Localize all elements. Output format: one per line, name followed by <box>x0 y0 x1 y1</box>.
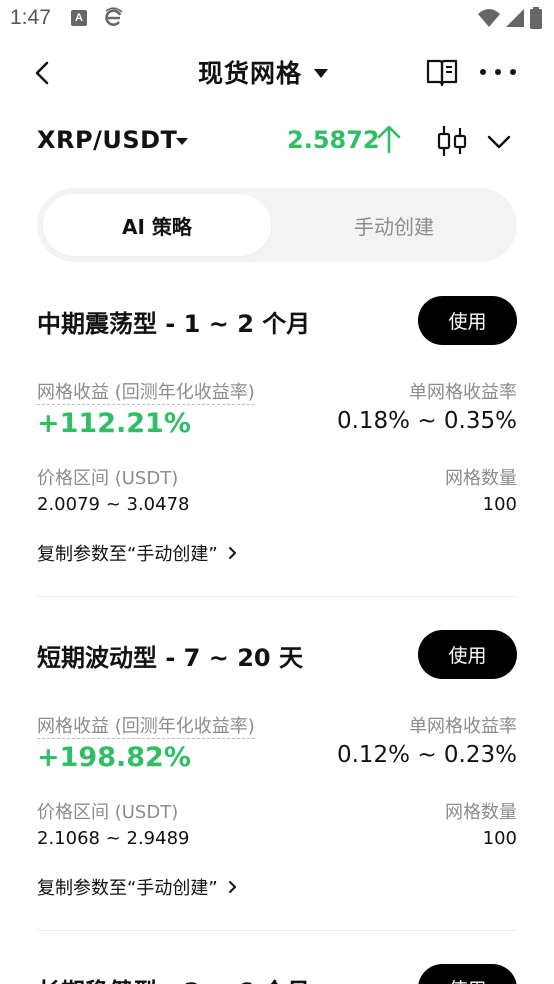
price-range-value: 2.0079 ~ 3.0478 <box>37 494 190 515</box>
page-title: 现货网格 <box>198 59 303 88</box>
strategy-title: 长期稳健型 - 3 ~ 6 个月 <box>37 972 310 984</box>
chevron-right-icon <box>228 547 236 559</box>
strategy-card: 中期震荡型 - 1 ~ 2 个月 使用 网格收益 (回测年化收益率) 单网格收益… <box>37 296 517 598</box>
pair-caret-down-icon[interactable] <box>176 138 188 145</box>
strategy-card: 长期稳健型 - 3 ~ 6 个月 使用 <box>37 964 517 984</box>
chevron-right-icon <box>228 881 236 893</box>
use-button[interactable]: 使用 <box>418 964 517 984</box>
status-time: 1:47 <box>10 6 51 29</box>
status-bar: 1:47 A <box>0 0 554 36</box>
single-grid-rate-value: 0.18% ~ 0.35% <box>336 408 517 434</box>
price-up-arrow-icon <box>377 125 401 154</box>
price-range-label: 价格区间 (USDT) <box>37 468 179 489</box>
grid-count-label: 网格数量 <box>445 468 517 489</box>
grid-count-value: 100 <box>482 828 517 849</box>
strategy-title: 短期波动型 - 7 ~ 20 天 <box>37 644 303 672</box>
price-range-label: 价格区间 (USDT) <box>37 802 179 823</box>
back-arrow-icon[interactable] <box>28 58 58 88</box>
price-range-value: 2.1068 ~ 2.9489 <box>37 828 190 849</box>
page-title-selector[interactable]: 现货网格 <box>198 54 329 90</box>
single-grid-rate-label: 单网格收益率 <box>409 382 517 403</box>
grid-count-value: 100 <box>482 494 517 515</box>
chevron-down-icon[interactable] <box>485 128 513 154</box>
strategy-title: 中期震荡型 - 1 ~ 2 个月 <box>37 310 311 338</box>
copy-params-link[interactable]: 复制参数至“手动创建” <box>37 540 238 566</box>
card-divider <box>37 930 517 931</box>
grid-yield-label[interactable]: 网格收益 (回测年化收益率) <box>37 716 255 739</box>
use-button[interactable]: 使用 <box>418 296 517 345</box>
grid-yield-value: +198.82% <box>37 742 191 773</box>
strategy-tabs: AI 策略 手动创建 <box>37 188 517 262</box>
more-icon[interactable] <box>480 58 516 86</box>
single-grid-rate-value: 0.12% ~ 0.23% <box>336 742 517 768</box>
browser-e-icon <box>105 7 123 26</box>
pair-selector[interactable]: XRP/USDT <box>37 126 177 154</box>
strategy-card: 短期波动型 - 7 ~ 20 天 使用 网格收益 (回测年化收益率) 单网格收益… <box>37 630 517 932</box>
app-header: 现货网格 <box>0 44 554 100</box>
tab-ai-strategy[interactable]: AI 策略 <box>43 194 271 256</box>
wifi-icon <box>478 9 500 27</box>
card-divider <box>37 596 517 597</box>
grid-count-label: 网格数量 <box>445 802 517 823</box>
copy-params-label: 复制参数至“手动创建” <box>37 544 218 565</box>
tab-manual-create[interactable]: 手动创建 <box>277 194 511 256</box>
single-grid-rate-label: 单网格收益率 <box>409 716 517 737</box>
grid-yield-label[interactable]: 网格收益 (回测年化收益率) <box>37 382 255 405</box>
battery-icon <box>530 7 542 29</box>
grid-yield-value: +112.21% <box>37 408 191 439</box>
copy-params-link[interactable]: 复制参数至“手动创建” <box>37 874 238 900</box>
copy-params-label: 复制参数至“手动创建” <box>37 878 218 899</box>
status-icons <box>478 7 542 29</box>
signal-icon <box>506 9 524 27</box>
use-button[interactable]: 使用 <box>418 630 517 679</box>
pair-row: XRP/USDT 2.5872 <box>0 114 554 168</box>
last-price: 2.5872 <box>287 126 380 154</box>
notification-a-icon: A <box>71 10 87 26</box>
candlestick-chart-icon[interactable] <box>436 124 468 158</box>
book-icon[interactable] <box>425 56 459 88</box>
caret-down-icon <box>314 69 329 78</box>
